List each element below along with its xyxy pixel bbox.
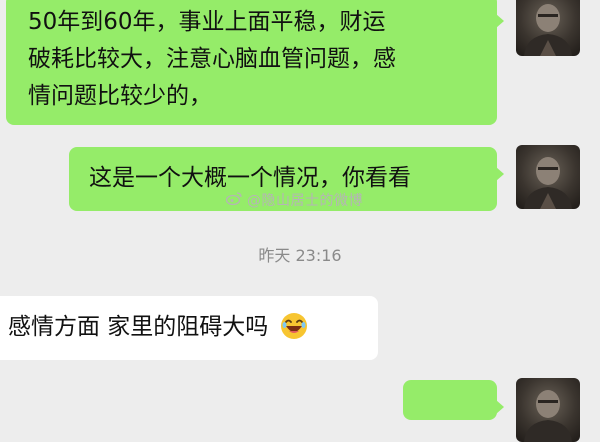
message-line: 破耗比较大，注意心脑血管问题，感 bbox=[28, 46, 396, 72]
monk-avatar-icon bbox=[524, 4, 572, 56]
monk-avatar-icon bbox=[524, 390, 572, 442]
message-timestamp: 昨天 23:16 bbox=[258, 246, 342, 265]
message-line: 50年到60年，事业上面平稳，财运 bbox=[28, 9, 386, 35]
weibo-watermark: @隐山居士的微博 bbox=[225, 190, 363, 210]
laughing-emoji-icon bbox=[280, 312, 308, 352]
outgoing-message-bubble[interactable]: 50年到60年，事业上面平稳，财运 破耗比较大，注意心脑血管问题，感 情问题比较… bbox=[6, 0, 504, 125]
weibo-logo-icon bbox=[225, 192, 242, 209]
monk-avatar-icon bbox=[524, 157, 572, 209]
outgoing-message-bubble[interactable] bbox=[403, 380, 504, 420]
message-text: 感情方面 家里的阻碍大吗 bbox=[8, 314, 269, 340]
message-line: 情问题比较少的， bbox=[28, 83, 212, 109]
avatar[interactable] bbox=[516, 378, 580, 442]
watermark-text: @隐山居士的微博 bbox=[246, 193, 363, 209]
incoming-message-bubble[interactable]: 感情方面 家里的阻碍大吗 bbox=[0, 296, 378, 360]
avatar[interactable] bbox=[516, 0, 580, 56]
avatar[interactable] bbox=[516, 145, 580, 209]
